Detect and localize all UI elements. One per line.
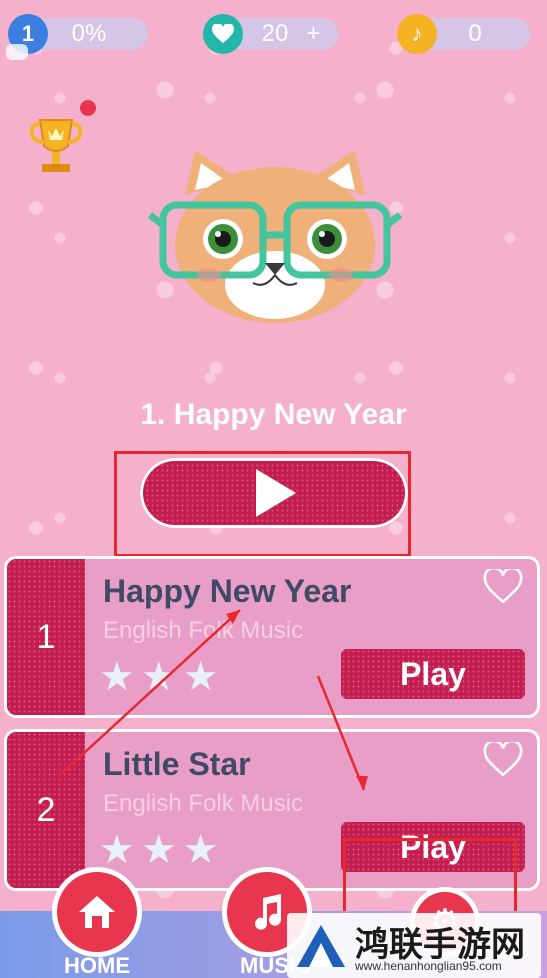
home-icon — [79, 896, 115, 928]
trophy-icon[interactable] — [28, 112, 84, 176]
watermark: 鸿联手游网 www.henanhonglian95.com — [287, 913, 541, 978]
star-icon: ★ — [99, 655, 135, 699]
gamepad-icon — [6, 44, 28, 60]
song-subtitle: English Folk Music — [103, 790, 304, 817]
lives-text: 20 — [261, 20, 289, 47]
heart-icon — [203, 14, 243, 54]
song-subtitle: English Folk Music — [103, 617, 304, 644]
song-title: Little Star — [103, 746, 251, 782]
star-icon: ★ — [182, 828, 219, 872]
star-icon: ★ — [140, 828, 177, 872]
song-stars: ★ ★ ★ — [99, 657, 219, 697]
song-number: 1 — [7, 559, 85, 715]
home-button[interactable] — [52, 867, 142, 957]
featured-song-title: 1. Happy New Year — [140, 398, 407, 431]
song-number: 2 — [7, 732, 85, 888]
watermark-url: www.henanhonglian95.com — [355, 959, 502, 973]
play-button[interactable]: Play — [341, 649, 525, 699]
level-text: 1 — [21, 21, 35, 46]
progress-text: 0% — [71, 20, 107, 47]
annotation-box-featured-play — [114, 451, 411, 557]
star-icon: ★ — [140, 655, 177, 699]
music-icon — [255, 894, 281, 930]
notes-text: 0 — [468, 20, 482, 47]
notification-dot — [80, 100, 96, 116]
add-lives-button[interactable]: + — [306, 20, 320, 48]
cat-mascot — [145, 145, 405, 325]
music-note-icon: ♪ — [397, 14, 437, 54]
song-title: Happy New Year — [103, 573, 352, 609]
watermark-logo — [297, 925, 345, 967]
home-label: HOME — [64, 953, 130, 978]
star-icon: ★ — [182, 655, 219, 699]
top-bar: 0% 1 20 + 0 ♪ — [0, 0, 547, 70]
star-icon: ★ — [99, 828, 135, 872]
song-stars: ★ ★ ★ — [99, 830, 219, 870]
favorite-heart-icon[interactable] — [483, 739, 523, 778]
favorite-heart-icon[interactable] — [483, 566, 523, 605]
song-card[interactable]: 1 Happy New Year English Folk Music ★ ★ … — [4, 556, 540, 718]
